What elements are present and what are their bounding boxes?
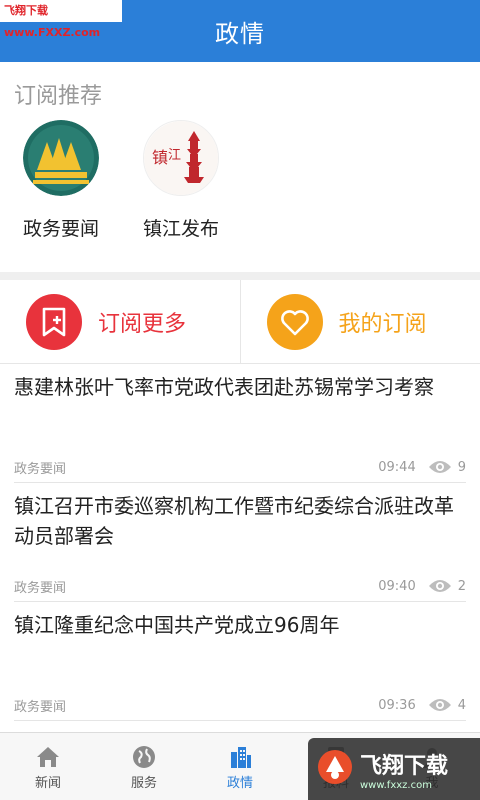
news-title: 镇江召开市委巡察机构工作暨市纪委综合派驻改革动员部署会	[14, 494, 454, 548]
news-meta: 政务要闻 09:36 4	[14, 690, 466, 720]
subscribe-more-label: 订阅更多	[98, 311, 187, 337]
list-item[interactable]: 镇江隆重纪念中国共产党成立96周年 政务要闻 09:36 4	[14, 602, 466, 721]
zhenjiang-logo-icon: 镇 江	[143, 120, 219, 196]
watermark-main: 飞翔下载	[360, 753, 449, 779]
news-title: 镇江隆重纪念中国共产党成立96周年	[14, 613, 340, 637]
tab-label: 服务	[130, 776, 157, 791]
subscribe-more-button[interactable]: 订阅更多	[0, 280, 240, 363]
subscribe-recommend: 订阅推荐 政务要闻 镇 江 镇江发布	[0, 62, 480, 272]
news-time: 09:36	[378, 697, 416, 713]
news-meta: 政务要闻 09:40 2	[14, 571, 466, 601]
news-views: 9	[457, 459, 466, 475]
tab-label: 政情	[226, 776, 253, 791]
news-source: 政务要闻	[14, 699, 67, 715]
subscribe-actions: 订阅更多 我的订阅	[0, 280, 480, 364]
news-title: 惠建林张叶飞率市党政代表团赴苏锡常学习考察	[14, 375, 434, 399]
list-item[interactable]: 镇江召开市委巡察机构工作暨市纪委综合派驻改革动员部署会 政务要闻 09:40 2	[14, 483, 466, 602]
subscribe-item-label: 镇江发布	[142, 218, 219, 240]
watermark-logo-icon	[316, 748, 354, 790]
watermark-top: 飞翔下载 www.FXXZ.com	[0, 0, 122, 39]
news-list: 惠建林张叶飞率市党政代表团赴苏锡常学习考察 政务要闻 09:44 9 镇江召开市…	[0, 364, 480, 721]
tab-label: 新闻	[34, 776, 61, 791]
news-views: 2	[457, 578, 466, 594]
eye-icon	[428, 697, 452, 713]
heart-icon	[266, 293, 323, 350]
my-subscriptions-label: 我的订阅	[338, 311, 427, 337]
eye-icon	[428, 578, 452, 594]
home-icon	[35, 742, 61, 772]
subscribe-item-zhenjiang[interactable]: 镇 江 镇江发布	[126, 120, 236, 241]
list-item[interactable]: 惠建林张叶飞率市党政代表团赴苏锡常学习考察 政务要闻 09:44 9	[14, 364, 466, 483]
subscribe-item-label: 政务要闻	[22, 218, 99, 240]
news-meta: 政务要闻 09:44 9	[14, 452, 466, 482]
watermark-bottom-right: 飞翔下载 www.fxxz.com	[308, 738, 480, 800]
my-subscriptions-button[interactable]: 我的订阅	[239, 280, 480, 363]
news-time: 09:44	[378, 459, 416, 475]
watermark-url: www.fxxz.com	[360, 779, 432, 791]
subscribe-heading: 订阅推荐	[14, 84, 103, 109]
tab-news[interactable]: 新闻	[0, 733, 96, 800]
tab-politics[interactable]: 政情	[192, 733, 288, 800]
news-source: 政务要闻	[14, 580, 67, 596]
svg-text:江: 江	[168, 148, 181, 163]
news-source: 政务要闻	[14, 461, 67, 477]
news-views: 4	[457, 697, 466, 713]
section-divider	[0, 272, 480, 280]
eye-icon	[428, 459, 452, 475]
globe-icon	[131, 742, 157, 772]
bookmark-add-icon	[26, 293, 82, 350]
news-time: 09:40	[378, 578, 416, 594]
page-title: 政情	[215, 19, 265, 48]
tab-service[interactable]: 服务	[96, 733, 192, 800]
zhengwu-logo-icon	[23, 120, 99, 196]
building-icon	[227, 742, 253, 772]
subscribe-item-zhengwu[interactable]: 政务要闻	[6, 120, 116, 241]
svg-text:镇: 镇	[152, 148, 168, 167]
